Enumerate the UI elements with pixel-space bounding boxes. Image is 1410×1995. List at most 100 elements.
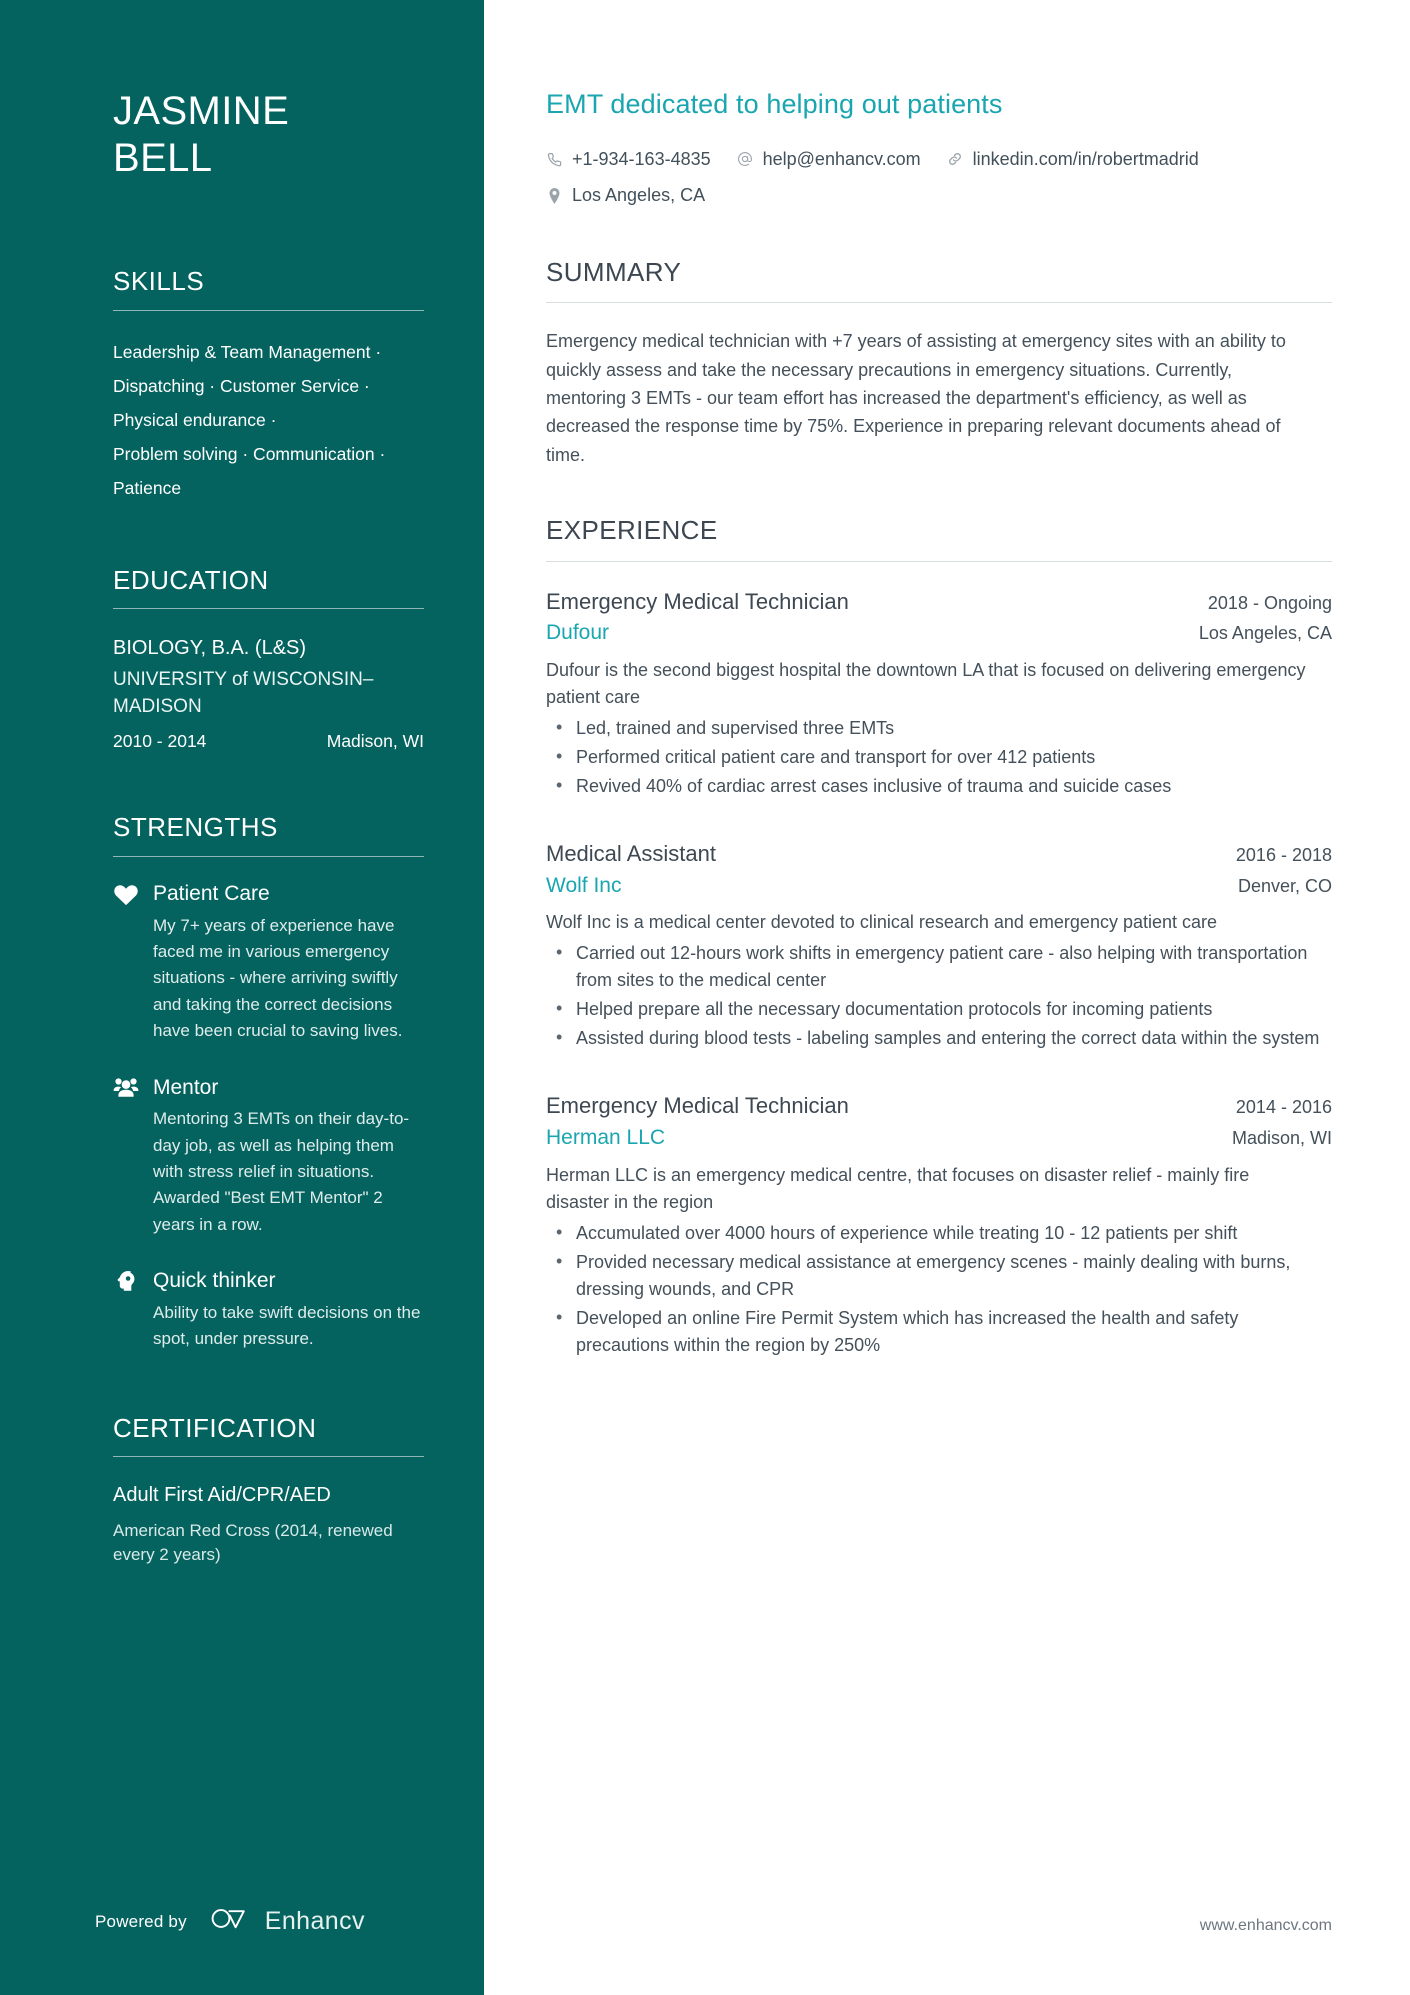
strength-header: Mentor	[113, 1074, 424, 1100]
contact-linkedin[interactable]: linkedin.com/in/robertmadrid	[947, 144, 1199, 175]
experience-bullet: Assisted during blood tests - labeling s…	[546, 1024, 1321, 1052]
enhancv-logo-icon	[209, 1906, 253, 1937]
strength-title: Mentor	[153, 1075, 219, 1099]
experience-bullets: Accumulated over 4000 hours of experienc…	[546, 1219, 1332, 1359]
strength-header: Patient Care	[113, 881, 424, 907]
education-degree: BIOLOGY, B.A. (L&S)	[113, 637, 307, 660]
certification-title: Adult First Aid/CPR/AED	[113, 1483, 331, 1506]
education-divider	[113, 608, 424, 610]
experience-title-row: Emergency Medical Technician 2014 - 2016	[546, 1090, 1332, 1122]
experience-heading: EXPERIENCE	[546, 515, 718, 546]
education-years: 2010 - 2014	[113, 731, 207, 752]
experience-bullets: Carried out 12-hours work shifts in emer…	[546, 939, 1332, 1052]
location-pin-icon	[546, 187, 563, 204]
powered-by-label: Powered by	[95, 1911, 187, 1931]
experience-company-row: Dufour Los Angeles, CA	[546, 617, 1332, 649]
certification-divider	[113, 1455, 424, 1457]
strength-title: Patient Care	[153, 881, 270, 905]
contact-row-second: Los Angeles, CA	[546, 180, 1306, 211]
strength-title: Quick thinker	[153, 1269, 276, 1293]
summary-divider	[546, 302, 1332, 304]
section-experience: EXPERIENCE Emergency Medical Technician …	[546, 515, 1332, 1358]
users-group-icon	[113, 1074, 139, 1100]
experience-company: Herman LLC	[546, 1126, 666, 1150]
experience-job-title: Emergency Medical Technician	[546, 1093, 849, 1119]
experience-location: Denver, CO	[1237, 875, 1332, 896]
resume-page: JASMINE BELL SKILLS Leadership & Team Ma…	[0, 0, 1410, 1995]
candidate-name: JASMINE BELL	[113, 88, 424, 182]
experience-job-title: Emergency Medical Technician	[546, 588, 849, 614]
enhancv-brand-name: Enhancv	[264, 1907, 365, 1935]
strength-description: My 7+ years of experience have faced me …	[153, 915, 403, 1040]
skills-divider	[113, 309, 424, 311]
summary-heading: SUMMARY	[546, 256, 682, 287]
experience-title-row: Medical Assistant 2016 - 2018	[546, 838, 1332, 870]
education-meta: 2010 - 2014 Madison, WI	[113, 731, 424, 752]
experience-company: Wolf Inc	[546, 873, 622, 897]
skill-line: Problem solving · Communication ·	[113, 443, 386, 464]
sidebar-section-strengths: STRENGTHS Patient Care My 7+ years of ex…	[113, 812, 424, 1352]
skill-line: Dispatching · Customer Service ·	[113, 375, 370, 396]
experience-dates: 2014 - 2016	[1235, 1097, 1332, 1118]
experience-bullet: Carried out 12-hours work shifts in emer…	[546, 939, 1321, 994]
strength-item: Mentor Mentoring 3 EMTs on their day-to-…	[113, 1074, 424, 1238]
professional-headline: EMT dedicated to helping out patients	[546, 89, 1003, 119]
education-heading: EDUCATION	[113, 565, 269, 596]
skill-line: Patience	[113, 478, 182, 499]
experience-job-title: Medical Assistant	[546, 840, 716, 866]
main-content: EMT dedicated to helping out patients +1…	[484, 0, 1410, 1995]
skills-heading: SKILLS	[113, 266, 205, 297]
certification-heading: CERTIFICATION	[113, 1412, 317, 1443]
experience-bullet: Performed critical patient care and tran…	[546, 743, 1321, 771]
enhancv-website-url[interactable]: www.enhancv.com	[1200, 1917, 1332, 1935]
experience-description: Dufour is the second biggest hospital th…	[546, 659, 1306, 707]
experience-bullet: Helped prepare all the necessary documen…	[546, 995, 1321, 1023]
skill-line: Leadership & Team Management ·	[113, 341, 382, 362]
experience-bullets: Led, trained and supervised three EMTs P…	[546, 714, 1332, 800]
strengths-divider	[113, 855, 424, 857]
experience-dates: 2018 - Ongoing	[1207, 592, 1332, 613]
experience-description: Wolf Inc is a medical center devoted to …	[546, 912, 1218, 933]
at-email-icon	[737, 151, 754, 168]
sidebar-footer: Powered by Enhancv	[95, 1906, 365, 1937]
experience-description: Herman LLC is an emergency medical centr…	[546, 1164, 1250, 1212]
enhancv-brand: Enhancv	[209, 1906, 365, 1937]
contact-list: +1-934-163-4835 help@enhancv.com linkedi…	[546, 144, 1306, 211]
skill-line: Physical endurance ·	[113, 409, 277, 430]
strength-description: Mentoring 3 EMTs on their day-to-day job…	[153, 1109, 410, 1234]
contact-linkedin-text: linkedin.com/in/robertmadrid	[972, 148, 1199, 169]
phone-icon	[546, 151, 563, 168]
summary-text: Emergency medical technician with +7 yea…	[546, 331, 1286, 465]
experience-company-row: Wolf Inc Denver, CO	[546, 870, 1332, 902]
strength-description: Ability to take swift decisions on the s…	[153, 1302, 421, 1349]
experience-dates: 2016 - 2018	[1235, 844, 1332, 865]
heart-icon	[113, 881, 139, 907]
experience-item: Medical Assistant 2016 - 2018 Wolf Inc D…	[546, 838, 1332, 1052]
candidate-last-name: BELL	[113, 136, 213, 181]
experience-bullet: Revived 40% of cardiac arrest cases incl…	[546, 772, 1321, 800]
contact-phone[interactable]: +1-934-163-4835	[546, 144, 711, 175]
experience-bullet: Provided necessary medical assistance at…	[546, 1248, 1321, 1303]
contact-location[interactable]: Los Angeles, CA	[546, 180, 705, 211]
section-summary: SUMMARY Emergency medical technician wit…	[546, 257, 1332, 469]
experience-divider	[546, 560, 1332, 562]
sidebar-section-skills: SKILLS Leadership & Team Management · Di…	[113, 266, 424, 505]
education-school: UNIVERSITY of WISCONSIN–MADISON	[113, 669, 374, 718]
experience-location: Los Angeles, CA	[1198, 623, 1332, 644]
experience-title-row: Emergency Medical Technician 2018 - Ongo…	[546, 586, 1332, 618]
education-location: Madison, WI	[326, 731, 424, 752]
experience-item: Emergency Medical Technician 2018 - Ongo…	[546, 586, 1332, 800]
contact-email[interactable]: help@enhancv.com	[737, 144, 921, 175]
strengths-heading: STRENGTHS	[113, 812, 278, 843]
contact-phone-text: +1-934-163-4835	[572, 148, 711, 169]
contact-location-text: Los Angeles, CA	[572, 185, 706, 206]
experience-bullet: Led, trained and supervised three EMTs	[546, 714, 1321, 742]
experience-company-row: Herman LLC Madison, WI	[546, 1122, 1332, 1154]
strength-item: Quick thinker Ability to take swift deci…	[113, 1268, 424, 1353]
candidate-first-name: JASMINE	[113, 89, 290, 133]
experience-bullet: Developed an online Fire Permit System w…	[546, 1304, 1321, 1359]
experience-location: Madison, WI	[1231, 1128, 1332, 1149]
strength-header: Quick thinker	[113, 1268, 424, 1294]
experience-item: Emergency Medical Technician 2014 - 2016…	[546, 1090, 1332, 1358]
link-icon	[947, 151, 964, 168]
